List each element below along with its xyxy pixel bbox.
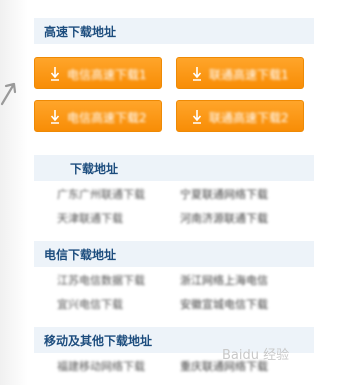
cursor-arrow-icon bbox=[0, 82, 17, 106]
button-label: 电信高速下载1 bbox=[67, 68, 147, 82]
download-link[interactable]: 福建移动网络下载 bbox=[57, 358, 145, 374]
download-link[interactable]: 安徽宣城电信下载 bbox=[180, 296, 268, 312]
download-button-telecom-2[interactable]: 电信高速下载2 bbox=[34, 100, 162, 132]
section-title: 下载地址 bbox=[70, 162, 119, 176]
download-link[interactable]: 广东广州联通下载 bbox=[57, 186, 145, 202]
download-link[interactable]: 河南济源联通下载 bbox=[180, 210, 268, 226]
download-button-unicom-2[interactable]: 联通高速下载2 bbox=[176, 100, 304, 132]
download-link[interactable]: 宜兴电信下载 bbox=[57, 296, 123, 312]
baidu-watermark: Baidu 经验 bbox=[222, 348, 290, 363]
telecom-section-header: 电信下载地址 bbox=[34, 241, 314, 267]
button-label: 电信高速下载2 bbox=[67, 111, 147, 125]
section-title: 电信下载地址 bbox=[44, 248, 117, 262]
page-margin-shade bbox=[0, 0, 28, 385]
download-link[interactable]: 浙江网络上海电信 bbox=[180, 272, 268, 288]
download-icon bbox=[192, 67, 202, 81]
highspeed-section-header: 高速下载地址 bbox=[34, 18, 314, 44]
section-title: 移动及其他下载地址 bbox=[44, 334, 153, 348]
section-title: 高速下载地址 bbox=[44, 25, 117, 39]
button-label: 联通高速下载2 bbox=[209, 111, 289, 125]
download-link[interactable]: 江苏电信数据下载 bbox=[57, 272, 145, 288]
download-button-unicom-1[interactable]: 联通高速下载1 bbox=[176, 57, 304, 89]
download-button-telecom-1[interactable]: 电信高速下载1 bbox=[34, 57, 162, 89]
download-icon bbox=[192, 110, 202, 124]
download-link[interactable]: 宁夏联通网络下载 bbox=[180, 186, 268, 202]
download-icon bbox=[50, 67, 60, 81]
button-label: 联通高速下载1 bbox=[209, 68, 289, 82]
download-link[interactable]: 天津联通下载 bbox=[57, 210, 123, 226]
download-section-header: 下载地址 bbox=[34, 155, 314, 181]
download-icon bbox=[50, 110, 60, 124]
